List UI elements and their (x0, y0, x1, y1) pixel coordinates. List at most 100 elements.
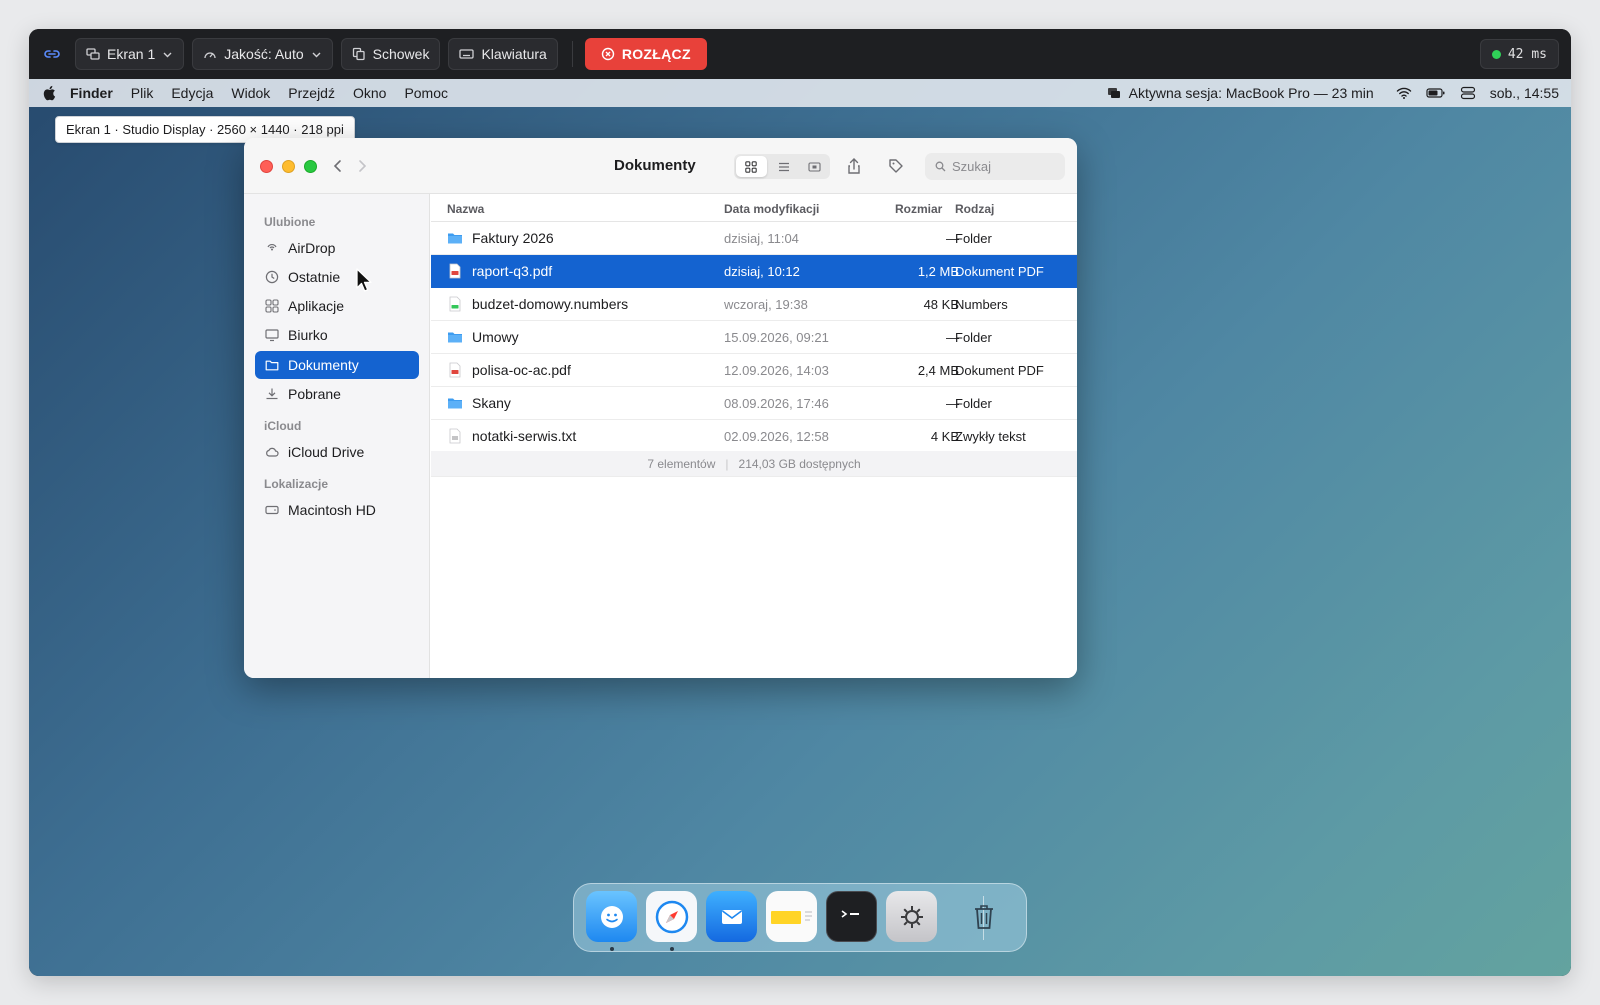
file-name: raport-q3.pdf (472, 263, 553, 279)
mail-icon[interactable] (706, 891, 757, 942)
window-close-button[interactable] (260, 160, 273, 173)
disconnect-button[interactable]: ROZŁĄCZ (584, 38, 707, 70)
close-circle-icon (601, 47, 615, 61)
column-header-date[interactable]: Data modyfikacji (724, 202, 819, 216)
sidebar-item-documents[interactable]: Dokumenty (255, 351, 419, 379)
clipboard-button[interactable]: Schowek (340, 38, 441, 70)
session-icon (1107, 88, 1120, 98)
file-list: Nazwa Data modyfikacji Rozmiar Rodzaj Fa… (431, 194, 1077, 678)
sidebar-item-applications[interactable]: Aplikacje (255, 292, 419, 320)
keyboard-label: Klawiatura (481, 46, 547, 62)
sidebar-item-recents[interactable]: Ostatnie (255, 263, 419, 291)
share-icon[interactable] (846, 157, 862, 175)
icon-view-button[interactable] (736, 156, 767, 177)
battery-icon[interactable] (1426, 87, 1446, 99)
forward-chevron-icon[interactable] (354, 157, 370, 175)
link-icon[interactable] (43, 45, 61, 63)
session-status[interactable]: Aktywna sesja: MacBook Pro — 23 min (1107, 85, 1374, 101)
menu-go[interactable]: Przejdź (288, 85, 335, 101)
keyboard-button[interactable]: Klawiatura (448, 38, 558, 70)
file-date: wczoraj, 19:38 (724, 297, 808, 312)
file-size: 1,2 MB (917, 264, 959, 279)
menu-view[interactable]: Widok (231, 85, 270, 101)
file-size: 48 KB (923, 297, 959, 312)
file-row[interactable]: budzet-domowy.numbers wczoraj, 19:38 48 … (431, 288, 1077, 321)
quality-select-label: Jakość: Auto (224, 46, 304, 62)
apple-icon[interactable] (42, 85, 56, 101)
file-date: 08.09.2026, 17:46 (724, 396, 829, 411)
remote-desktop-window: Ekran 1 Jakość: Auto Schowek Klawiatura … (29, 29, 1571, 976)
file-kind: Folder (955, 231, 992, 246)
column-header-name[interactable]: Nazwa (447, 202, 484, 216)
sidebar-header-icloud: iCloud (264, 419, 302, 433)
screen-select-button[interactable]: Ekran 1 (75, 38, 185, 70)
column-header-row: Nazwa Data modyfikacji Rozmiar Rodzaj (431, 194, 1077, 222)
running-indicator (670, 947, 674, 951)
menu-edit[interactable]: Edycja (171, 85, 213, 101)
copy-icon (352, 47, 365, 61)
folder-icon (448, 398, 462, 409)
clipboard-label: Schowek (372, 46, 430, 62)
trash-can-icon (975, 904, 993, 929)
menubar-clock[interactable]: sob., 14:55 (1490, 85, 1559, 101)
latency-value: 42 ms (1507, 46, 1547, 62)
sidebar-item-icloud-drive[interactable]: iCloud Drive (255, 438, 419, 466)
file-row[interactable]: polisa-oc-ac.pdf 12.09.2026, 14:03 2,4 M… (431, 354, 1077, 387)
pdf-icon (449, 362, 461, 378)
remote-desktop[interactable]: Finder Plik Edycja Widok Przejdź Okno Po… (29, 79, 1571, 976)
window-minimize-button[interactable] (282, 160, 295, 173)
file-date: 15.09.2026, 09:21 (724, 330, 829, 345)
session-label: Aktywna sesja: MacBook Pro — 23 min (1128, 85, 1374, 101)
menu-window[interactable]: Okno (353, 85, 386, 101)
gallery-view-button[interactable] (799, 154, 830, 179)
file-name: budzet-domowy.numbers (472, 296, 629, 312)
mac-menubar: Finder Plik Edycja Widok Przejdź Okno Po… (29, 79, 1571, 107)
sidebar-header-favorites: Ulubione (264, 215, 316, 229)
sidebar-header-locations: Lokalizacje (264, 477, 329, 491)
column-header-kind[interactable]: Rodzaj (955, 202, 994, 216)
file-row[interactable]: Faktury 2026 dzisiaj, 11:04 — Folder (431, 222, 1077, 255)
cloud-icon (266, 447, 279, 457)
notepad-icon (770, 910, 812, 924)
folder-icon (448, 233, 462, 244)
finder-icon[interactable] (586, 891, 637, 942)
free-space: 214,03 GB dostępnych (738, 456, 861, 471)
view-mode-control (734, 154, 830, 179)
back-chevron-icon[interactable] (330, 157, 346, 175)
mouse-cursor-icon (356, 268, 372, 292)
sidebar-item-desktop[interactable]: Biurko (255, 321, 419, 349)
wifi-icon[interactable] (1396, 86, 1412, 100)
file-row[interactable]: Skany 08.09.2026, 17:46 — Folder (431, 387, 1077, 420)
menubar-status-area: Aktywna sesja: MacBook Pro — 23 min sob.… (1107, 79, 1559, 107)
safari-icon[interactable] (646, 891, 697, 942)
file-name: Faktury 2026 (472, 230, 554, 246)
file-row[interactable]: Umowy 15.09.2026, 09:21 — Folder (431, 321, 1077, 354)
sidebar-item-macintosh-hd[interactable]: Macintosh HD (255, 496, 419, 524)
quality-select-button[interactable]: Jakość: Auto (192, 38, 333, 70)
finder-status-bar: 7 elementów | 214,03 GB dostępnych (431, 451, 1077, 477)
notes-icon[interactable] (766, 891, 817, 942)
text-file-icon (449, 428, 461, 444)
window-zoom-button[interactable] (304, 160, 317, 173)
file-size: 2,4 MB (917, 363, 959, 378)
list-view-button[interactable] (769, 154, 800, 179)
menu-app-name[interactable]: Finder (70, 85, 113, 101)
envelope-icon (721, 909, 742, 924)
trash-icon[interactable] (966, 891, 1002, 942)
sidebar-item-downloads[interactable]: Pobrane (255, 380, 419, 408)
gear-icon (900, 905, 923, 928)
menu-file[interactable]: Plik (131, 85, 154, 101)
settings-icon[interactable] (886, 891, 937, 942)
status-divider: | (725, 456, 729, 471)
airdrop-icon (267, 243, 277, 251)
control-center-icon[interactable] (1460, 86, 1476, 100)
file-row[interactable]: notatki-serwis.txt 02.09.2026, 12:58 4 K… (431, 420, 1077, 453)
file-row-selected[interactable]: raport-q3.pdf dzisiaj, 10:12 1,2 MB Doku… (431, 255, 1077, 288)
terminal-icon[interactable] (826, 891, 877, 942)
sidebar-item-airdrop[interactable]: AirDrop (255, 234, 419, 262)
menu-help[interactable]: Pomoc (404, 85, 448, 101)
file-name: polisa-oc-ac.pdf (472, 362, 571, 378)
tag-icon[interactable] (887, 157, 905, 175)
search-field[interactable]: Szukaj (925, 153, 1065, 180)
column-header-size[interactable]: Rozmiar (895, 202, 942, 216)
